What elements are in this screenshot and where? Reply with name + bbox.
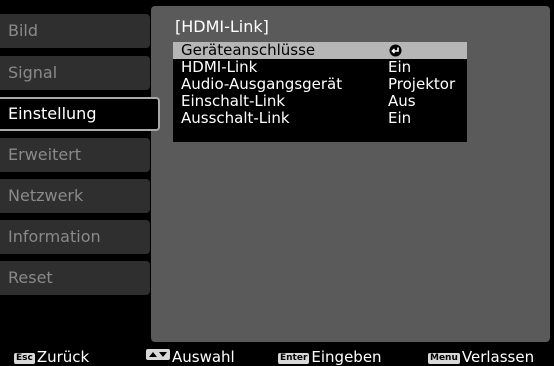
menu-key-icon: Menu	[428, 353, 460, 364]
sidebar-item-label: Information	[8, 227, 101, 246]
sidebar-item-label: Erweitert	[8, 145, 82, 164]
menu-row-label: HDMI-Link	[181, 58, 258, 76]
sidebar-item-netzwerk[interactable]: Netzwerk	[0, 179, 150, 213]
esc-key-icon: Esc	[14, 353, 35, 364]
footer-exit: Menu Verlassen	[428, 348, 534, 366]
sidebar-item-reset[interactable]: Reset	[0, 261, 150, 295]
sidebar-item-label: Netzwerk	[8, 186, 84, 205]
menu-row-geraeteanschluesse[interactable]: Geräteanschlüsse	[173, 42, 467, 59]
menu-row-value: Ein	[388, 109, 412, 127]
footer-help-bar: Esc Zurück Auswahl Enter Eingeben Menu Verl…	[0, 348, 554, 366]
footer-enter-label: Eingeben	[311, 348, 382, 366]
footer-back-label: Zurück	[36, 348, 90, 366]
enter-key-icon: Enter	[278, 353, 310, 364]
up-down-arrows-icon	[146, 349, 170, 360]
sidebar-item-label: Signal	[8, 63, 58, 82]
menu-row-einschalt-link[interactable]: Einschalt-Link Aus	[173, 93, 467, 110]
footer-back: Esc Zurück	[14, 348, 89, 366]
sidebar-item-signal[interactable]: Signal	[0, 56, 150, 90]
menu-row-value: Aus	[388, 92, 416, 110]
menu-row-label: Einschalt-Link	[181, 92, 286, 110]
sidebar-item-einstellung[interactable]: Einstellung	[0, 97, 160, 131]
sidebar-item-label: Einstellung	[8, 104, 97, 123]
menu-row-audio-ausgangsgeraet[interactable]: Audio-Ausgangsgerät Projektor	[173, 76, 467, 93]
sidebar: Bild Signal Einstellung Erweitert Netzwe…	[0, 0, 160, 350]
menu-row-value: Projektor	[388, 75, 456, 93]
menu-row-ausschalt-link[interactable]: Ausschalt-Link Ein	[173, 110, 467, 127]
menu-row-label: Audio-Ausgangsgerät	[181, 75, 343, 93]
menu-row-hdmi-link[interactable]: HDMI-Link Ein	[173, 59, 467, 76]
panel-title: [HDMI-Link]	[175, 17, 269, 36]
sidebar-item-erweitert[interactable]: Erweitert	[0, 138, 150, 172]
sidebar-item-label: Reset	[8, 268, 53, 287]
sidebar-item-label: Bild	[8, 21, 39, 40]
footer-exit-label: Verlassen	[461, 348, 535, 366]
menu-row-value: Ein	[388, 58, 412, 76]
footer-select: Auswahl	[146, 348, 235, 366]
menu-row-label: Geräteanschlüsse	[181, 41, 316, 59]
footer-select-label: Auswahl	[172, 348, 235, 366]
menu-row-label: Ausschalt-Link	[181, 109, 290, 127]
sidebar-item-bild[interactable]: Bild	[0, 14, 150, 48]
settings-panel: [HDMI-Link] Geräteanschlüsse HDMI-Link E…	[151, 6, 550, 342]
sidebar-item-information[interactable]: Information	[0, 220, 150, 254]
enter-arrow-icon	[389, 44, 402, 57]
footer-enter: Enter Eingeben	[278, 348, 382, 366]
